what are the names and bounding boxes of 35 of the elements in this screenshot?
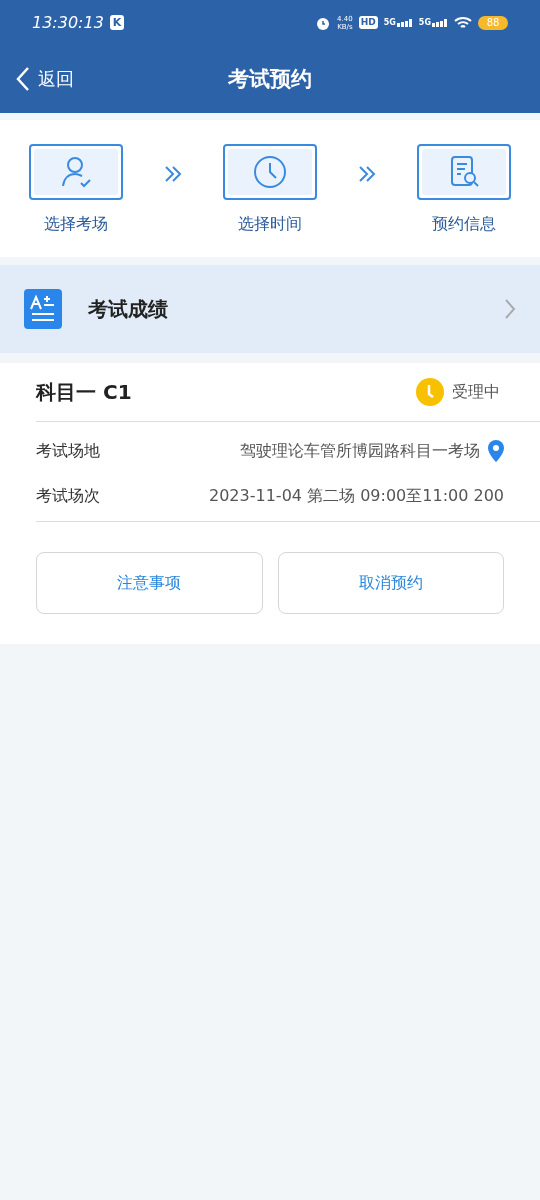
step-label: 选择时间 — [238, 214, 302, 235]
back-button[interactable]: 返回 — [16, 66, 74, 92]
field-label: 考试场次 — [36, 486, 101, 507]
wifi-icon — [454, 15, 472, 30]
exam-score-row[interactable]: 考试成绩 — [0, 265, 540, 353]
page-title: 考试预约 — [228, 66, 312, 93]
double-chevron-icon — [357, 164, 377, 184]
step-label: 预约信息 — [432, 214, 496, 235]
back-icon — [16, 66, 30, 92]
status-text: 受理中 — [452, 381, 500, 403]
step-card[interactable] — [417, 144, 511, 200]
hd-badge: HD — [358, 16, 378, 29]
signal-icon — [396, 19, 413, 27]
exam-score-label: 考试成绩 — [88, 295, 169, 323]
action-button[interactable]: 取消预约 — [277, 552, 504, 614]
step-card[interactable] — [223, 144, 317, 200]
action-button[interactable]: 注意事项 — [36, 552, 263, 614]
network-type: 5G — [418, 18, 431, 27]
chevron-right-icon — [504, 298, 516, 320]
field-value: 2023-11-04 第二场 09:00至11:00 200 — [208, 486, 504, 507]
battery-level: 88 — [478, 15, 508, 30]
field-value: 驾驶理论车管所博园路科目一考场 — [239, 440, 480, 462]
grade-icon — [24, 289, 62, 329]
step-label: 选择考场 — [44, 214, 108, 235]
step-card[interactable] — [29, 144, 123, 200]
signal-icon — [432, 19, 448, 27]
clock-status-icon — [416, 378, 444, 406]
network-type: 5G — [383, 18, 396, 27]
status-time: 13:30:13 — [32, 13, 104, 32]
subject-title: 科目一 C1 — [36, 378, 133, 406]
app-badge: K — [109, 15, 125, 30]
clock-icon — [252, 154, 288, 190]
field-label: 考试场地 — [36, 440, 101, 462]
double-chevron-icon — [163, 164, 183, 184]
location-pin-icon[interactable] — [488, 440, 504, 462]
